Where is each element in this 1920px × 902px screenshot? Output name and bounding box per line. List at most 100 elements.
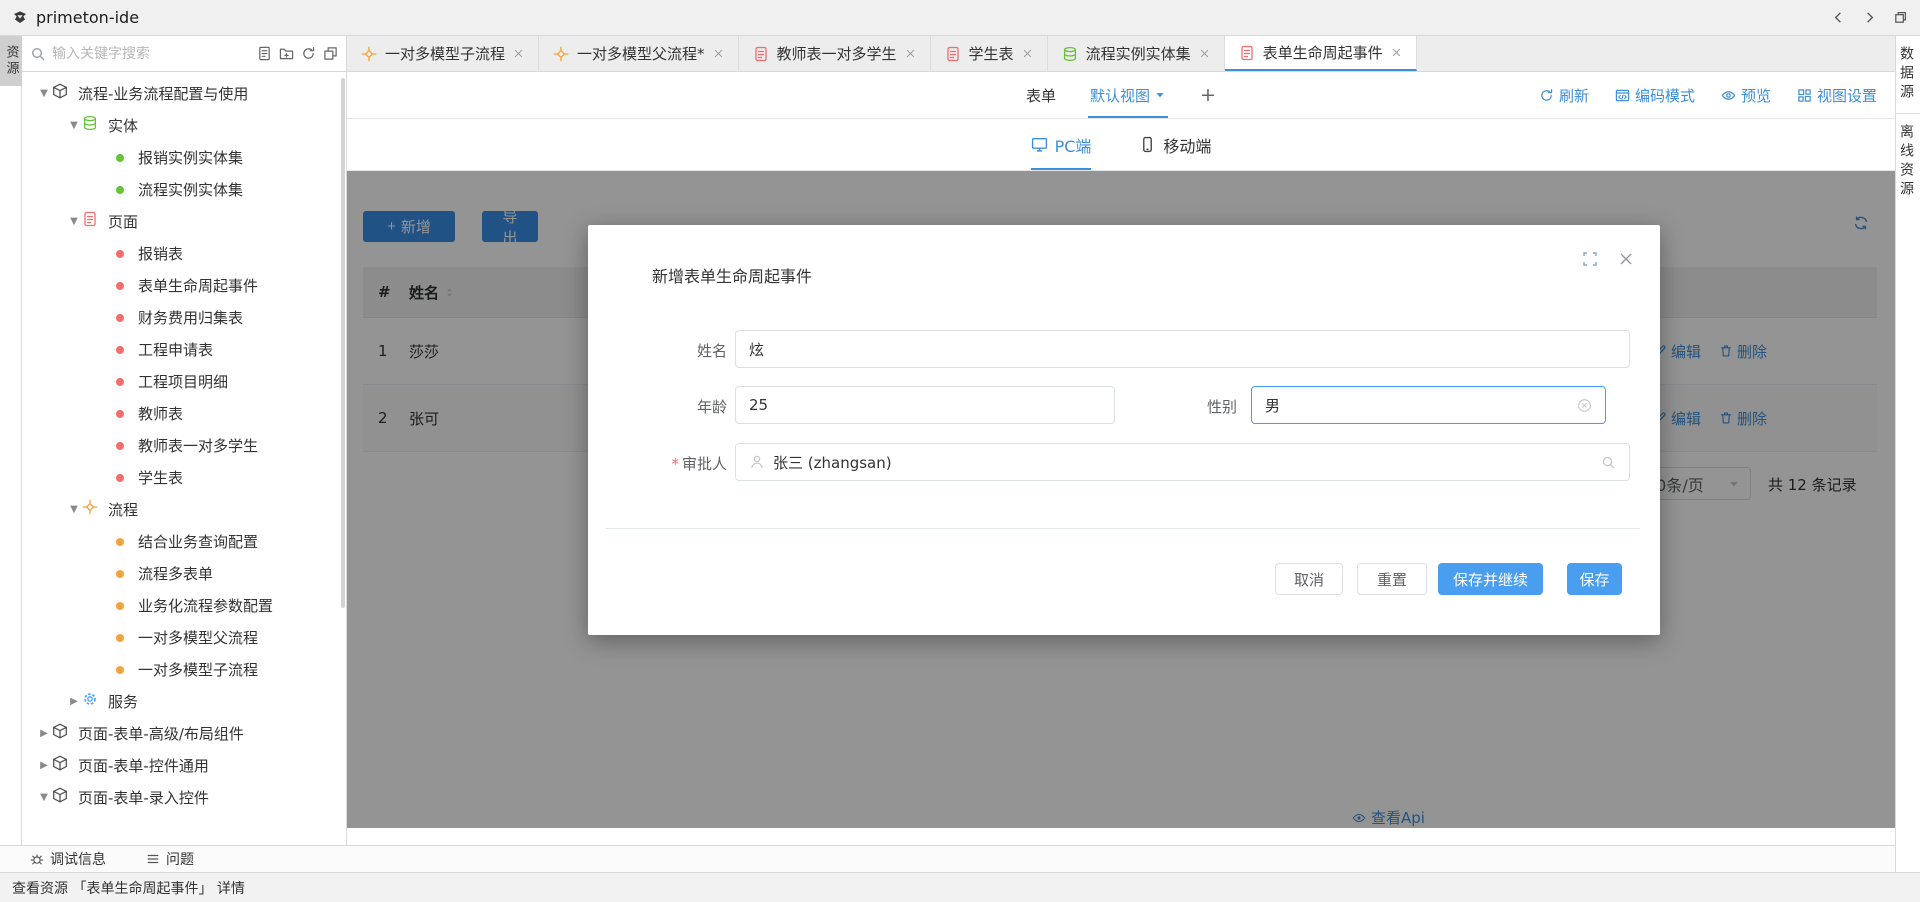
search-input[interactable]	[52, 46, 251, 62]
new-folder-icon[interactable]	[279, 46, 294, 61]
tree-expander-icon[interactable]: ▶	[66, 696, 82, 707]
tree-item-10[interactable]: 教师表	[22, 397, 346, 429]
tab-default-view[interactable]: 默认视图	[1090, 72, 1166, 118]
tree-item-7[interactable]: 财务费用归集表	[22, 301, 346, 333]
editor-tab-0[interactable]: 一对多模型子流程	[347, 36, 539, 71]
search-icon	[30, 46, 46, 62]
tree-scrollbar[interactable]	[341, 78, 345, 608]
approver-field-value: 张三 (zhangsan)	[773, 452, 892, 473]
toolbar-action-3[interactable]: 视图设置	[1797, 85, 1877, 106]
status-bar: 查看资源 「表单生命周起事件」 详情	[0, 872, 1920, 902]
add-view-button[interactable]: +	[1200, 84, 1216, 106]
name-field-label: 姓名	[588, 340, 727, 361]
tree-expander-icon[interactable]: ▶	[36, 760, 52, 771]
toolbar-action-2[interactable]: 预览	[1721, 85, 1771, 106]
editor-tab-5[interactable]: 表单生命周起事件	[1225, 36, 1417, 71]
tree-item-6[interactable]: 表单生命周起事件	[22, 269, 346, 301]
refresh-icon[interactable]	[301, 46, 316, 61]
tree-item-19[interactable]: ▶服务	[22, 685, 346, 717]
collapse-all-icon[interactable]	[323, 46, 338, 61]
toolbar-action-label: 刷新	[1559, 85, 1589, 106]
left-activity-bar: 资源	[0, 36, 22, 872]
tree-item-11[interactable]: 教师表一对多学生	[22, 429, 346, 461]
editor-tab-2[interactable]: 教师表一对多学生	[739, 36, 931, 71]
age-field[interactable]: 25	[735, 386, 1115, 424]
editor-tab-4[interactable]: 流程实例实体集	[1048, 36, 1225, 71]
dot-green-icon	[116, 186, 124, 194]
code-icon	[1615, 88, 1630, 103]
tree-item-3[interactable]: 流程实例实体集	[22, 173, 346, 205]
device-switcher: PC端 移动端	[347, 119, 1895, 171]
editor-tab-3[interactable]: 学生表	[931, 36, 1048, 71]
tree-item-label: 页面-表单-录入控件	[78, 787, 209, 808]
tree-expander-icon[interactable]: ▼	[36, 792, 52, 803]
tab-close-icon[interactable]	[1022, 48, 1033, 59]
tab-mobile-label: 移动端	[1163, 133, 1211, 157]
dialog-title: 新增表单生命周起事件	[652, 263, 812, 287]
tree-item-1[interactable]: ▼实体	[22, 109, 346, 141]
tree-expander-icon[interactable]: ▼	[66, 504, 82, 515]
tree-item-label: 页面-表单-高级/布局组件	[78, 723, 244, 744]
editor-tab-1[interactable]: 一对多模型父流程*	[539, 36, 739, 71]
tree-item-18[interactable]: 一对多模型子流程	[22, 653, 346, 685]
form-icon	[82, 211, 98, 227]
toolbar-action-1[interactable]: 编码模式	[1615, 85, 1695, 106]
package-icon	[52, 723, 68, 739]
tree-item-label: 教师表一对多学生	[138, 435, 258, 456]
title-bar: primeton-ide	[0, 0, 1920, 36]
tree-item-12[interactable]: 学生表	[22, 461, 346, 493]
tree-expander-icon[interactable]: ▼	[36, 88, 52, 99]
tree-item-9[interactable]: 工程项目明细	[22, 365, 346, 397]
bottom-tab-1[interactable]: 问题	[146, 849, 194, 869]
tab-close-icon[interactable]	[905, 48, 916, 59]
window-restore-icon[interactable]	[1893, 10, 1908, 25]
gender-field-label: 性别	[1098, 396, 1237, 417]
tree-expander-icon[interactable]: ▼	[66, 216, 82, 227]
tab-close-icon[interactable]	[513, 48, 524, 59]
activity-tab-resources[interactable]: 资源	[0, 36, 22, 86]
tree-item-20[interactable]: ▶ 页面-表单-高级/布局组件	[22, 717, 346, 749]
dialog-button-2[interactable]: 保存并继续	[1438, 563, 1543, 595]
close-icon[interactable]	[1618, 251, 1634, 267]
package-icon	[52, 787, 68, 803]
tab-close-icon[interactable]	[713, 48, 724, 59]
activity-tab-datasource[interactable]: 数据源	[1896, 36, 1920, 114]
tree-expander-icon[interactable]: ▼	[66, 120, 82, 131]
user-search-icon[interactable]	[1601, 455, 1616, 470]
bottom-tab-0[interactable]: 调试信息	[30, 849, 106, 869]
dialog-button-0[interactable]: 取消	[1275, 563, 1343, 595]
tab-label: 学生表	[969, 43, 1014, 64]
tree-item-5[interactable]: 报销表	[22, 237, 346, 269]
gender-field[interactable]: 男	[1251, 386, 1606, 424]
tab-close-icon[interactable]	[1391, 47, 1402, 58]
required-asterisk: *	[671, 455, 679, 473]
tree-item-17[interactable]: 一对多模型父流程	[22, 621, 346, 653]
tab-mobile[interactable]: 移动端	[1139, 119, 1211, 170]
tree-item-8[interactable]: 工程申请表	[22, 333, 346, 365]
tree-item-15[interactable]: 流程多表单	[22, 557, 346, 589]
tree-item-21[interactable]: ▶页面-表单-控件通用	[22, 749, 346, 781]
approver-field[interactable]: 张三 (zhangsan)	[735, 443, 1630, 481]
activity-tab-offline-resources[interactable]: 离线资源	[1896, 114, 1920, 210]
tree-expander-icon[interactable]: ▶	[36, 728, 52, 739]
tab-label: 教师表一对多学生	[777, 43, 897, 64]
nav-back-icon[interactable]	[1831, 10, 1846, 25]
person-icon	[749, 454, 765, 470]
tab-close-icon[interactable]	[1199, 48, 1210, 59]
tree-item-16[interactable]: 业务化流程参数配置	[22, 589, 346, 621]
toolbar-action-0[interactable]: 刷新	[1539, 85, 1589, 106]
tree-item-0[interactable]: ▼流程-业务流程配置与使用	[22, 77, 346, 109]
dialog-button-1[interactable]: 重置	[1357, 563, 1427, 595]
tab-pc[interactable]: PC端	[1031, 119, 1092, 170]
tree-item-2[interactable]: 报销实例实体集	[22, 141, 346, 173]
fullscreen-icon[interactable]	[1582, 251, 1598, 267]
nav-forward-icon[interactable]	[1862, 10, 1877, 25]
clear-icon[interactable]	[1577, 398, 1592, 413]
tree-item-13[interactable]: ▼流程	[22, 493, 346, 525]
import-doc-icon[interactable]	[257, 46, 272, 61]
tree-item-22[interactable]: ▼ 页面-表单-录入控件	[22, 781, 346, 813]
name-field[interactable]: 炫	[735, 330, 1630, 368]
tree-item-14[interactable]: 结合业务查询配置	[22, 525, 346, 557]
dialog-button-3[interactable]: 保存	[1567, 563, 1622, 595]
tree-item-4[interactable]: ▼页面	[22, 205, 346, 237]
